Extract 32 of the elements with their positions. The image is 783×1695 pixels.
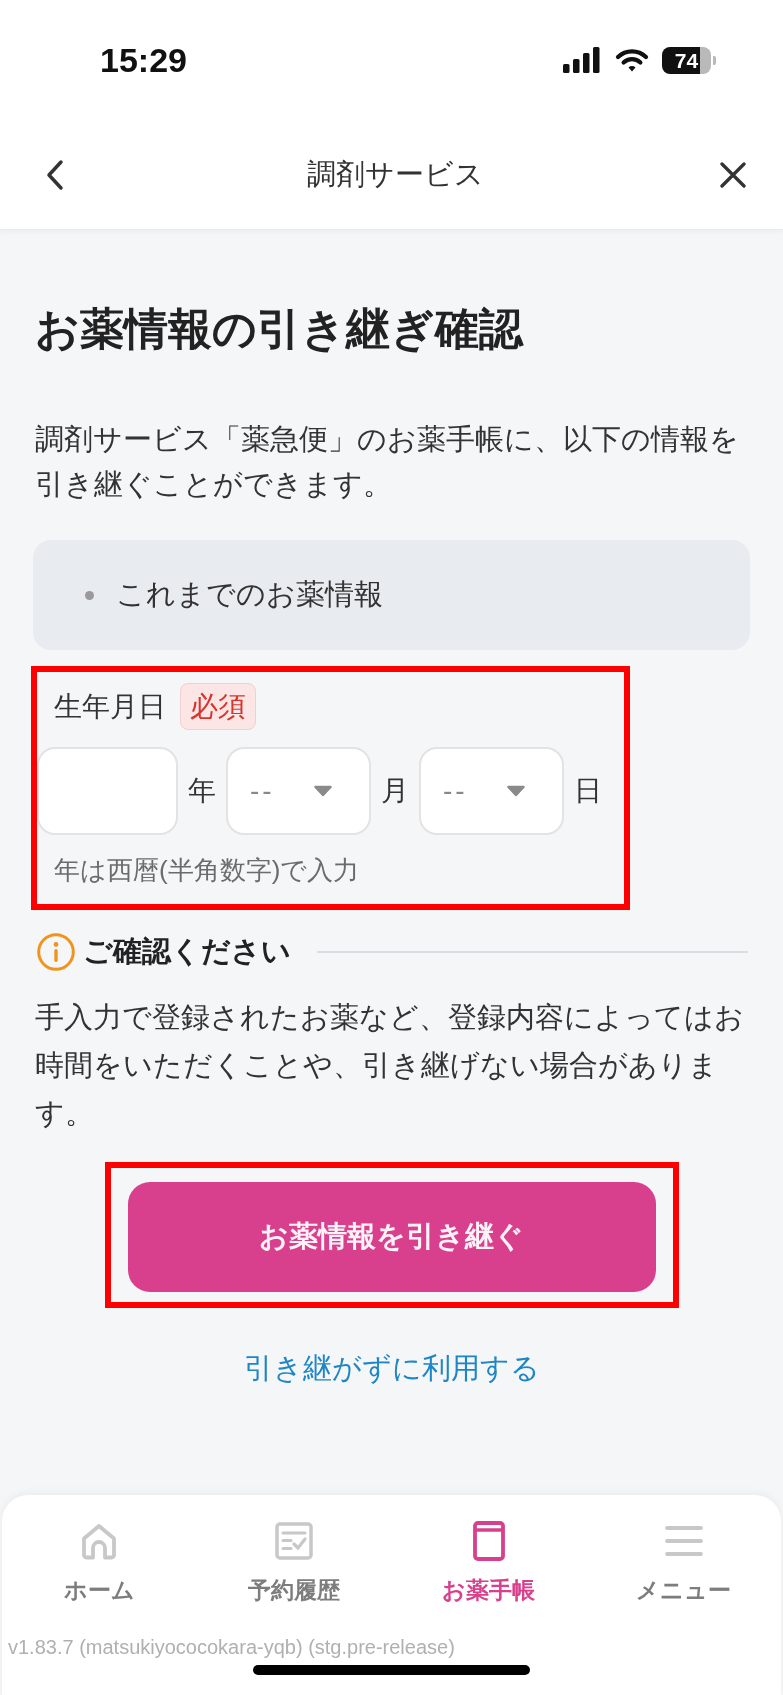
battery-indicator: 74 bbox=[662, 46, 716, 74]
status-time: 15:29 bbox=[100, 40, 187, 80]
signal-icon bbox=[562, 47, 602, 73]
dropdown-field[interactable]: -- bbox=[226, 747, 371, 835]
caret-icon bbox=[313, 785, 333, 797]
info-icon bbox=[37, 933, 75, 971]
tab-bar-item[interactable]: メニュー bbox=[636, 1519, 732, 1605]
hint-text: 年は西暦(半角数字)で入力 bbox=[53, 854, 361, 887]
version-text: v1.83.7 (matsukiyococokara-yqb) (stg.pre-release) bbox=[7, 1635, 456, 1659]
tab-bar-item[interactable]: お薬手帳 bbox=[442, 1519, 536, 1605]
wifi-icon bbox=[615, 47, 649, 73]
transfer-button[interactable]: お薬情報を引き継ぐ bbox=[127, 1182, 656, 1292]
page-heading: お薬情報の引き継ぎ確認 bbox=[35, 303, 525, 355]
close-icon[interactable] bbox=[720, 161, 746, 188]
unit-label: 月 bbox=[381, 774, 409, 808]
list-item-text: これまでのお薬情報 bbox=[116, 577, 383, 612]
back-icon[interactable] bbox=[44, 158, 66, 191]
caret-icon bbox=[506, 785, 526, 797]
required-badge: 必須 bbox=[180, 683, 256, 730]
tab-bar-item[interactable]: 予約履歴 bbox=[248, 1519, 341, 1605]
screen-title: 調剤サービス bbox=[306, 156, 484, 192]
dropdown-field[interactable]: -- bbox=[419, 747, 564, 835]
skip-link[interactable]: 引き継がずに利用する bbox=[243, 1352, 540, 1384]
field-label: 生年月日 bbox=[54, 689, 166, 724]
description-text: 調剤サービス「薬急便」のお薬手帳に、以下の情報を引き継ぐことができます。 bbox=[35, 422, 740, 502]
unit-label: 日 bbox=[574, 774, 602, 808]
notice-text: 手入力で登録されたお薬など、登録内容によってはお時間をいただくことや、引き継げない場合があります。 bbox=[35, 1000, 745, 1131]
notice-heading: ご確認ください bbox=[83, 934, 291, 969]
bullet-icon bbox=[85, 590, 94, 600]
unit-label: 年 bbox=[188, 774, 216, 808]
text-input-field[interactable] bbox=[37, 747, 178, 835]
tab-bar-item[interactable]: ホーム bbox=[63, 1519, 135, 1605]
